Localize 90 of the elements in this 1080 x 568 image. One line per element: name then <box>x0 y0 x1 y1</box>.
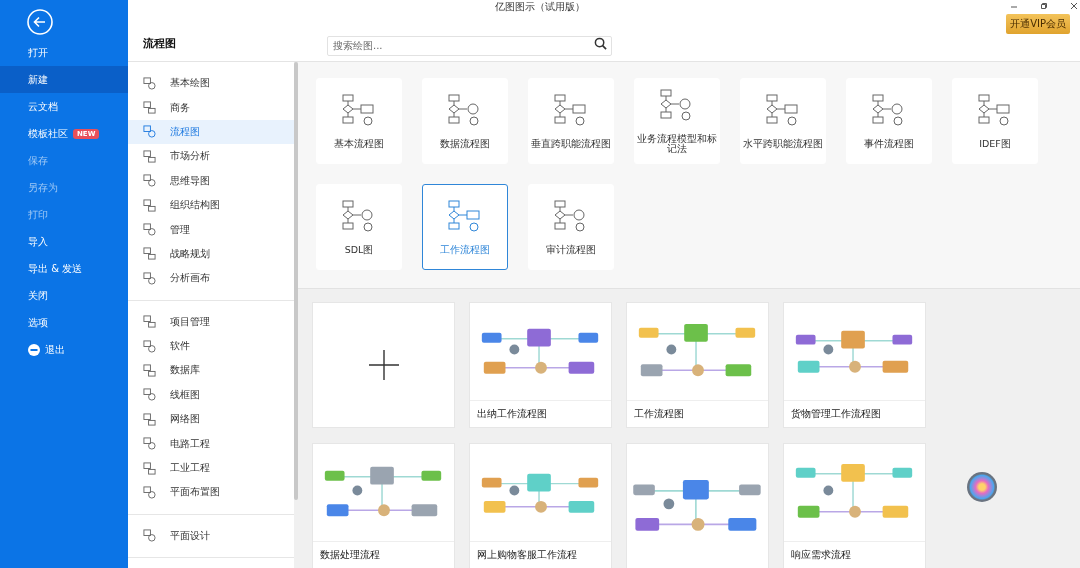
menu-label: 打印 <box>28 207 48 222</box>
diagram-type-card[interactable]: 数据流程图 <box>422 78 508 164</box>
search-icon[interactable] <box>594 37 607 50</box>
template-card[interactable] <box>626 443 769 568</box>
menu-item[interactable]: 打开 <box>0 39 128 66</box>
category-item[interactable]: 组织结构图 <box>128 192 294 218</box>
menu-label: 选项 <box>28 315 48 330</box>
menu-item[interactable]: 选项 <box>0 309 128 336</box>
category-item[interactable]: 软件 <box>128 333 294 359</box>
diagram-type-card[interactable]: 水平跨职能流程图 <box>740 78 826 164</box>
category-item[interactable]: 平面布置图 <box>128 480 294 505</box>
scrollbar[interactable] <box>294 62 298 568</box>
category-icon <box>143 461 156 475</box>
menu-label: 保存 <box>28 153 48 168</box>
template-title: 货物管理工作流程图 <box>790 407 882 421</box>
category-item[interactable]: 数据库 <box>128 358 294 383</box>
menu-label: 导入 <box>28 234 48 249</box>
template-title: 响应需求流程 <box>790 548 852 562</box>
category-item[interactable]: 管理 <box>128 217 294 242</box>
category-item[interactable]: 战略规划 <box>128 241 294 267</box>
menu-item[interactable]: 云文档 <box>0 93 128 120</box>
menu-item[interactable]: 关闭 <box>0 282 128 309</box>
category-item[interactable]: 项目管理 <box>128 309 294 334</box>
category-icon <box>143 125 156 139</box>
category-item[interactable]: 流程图 <box>128 119 294 145</box>
menu-label: 导出 & 发送 <box>28 261 83 276</box>
category-icon <box>143 412 156 426</box>
category-item[interactable]: 网络图 <box>128 407 294 432</box>
minus-circle-icon <box>28 343 40 356</box>
diagram-type-card[interactable]: 事件流程图 <box>846 78 932 164</box>
diagram-type-card[interactable]: 审计流程图 <box>528 184 614 270</box>
category-icon <box>143 315 156 329</box>
category-item[interactable]: 分析画布 <box>128 266 294 291</box>
template-card[interactable]: 货物管理工作流程图 <box>783 302 926 428</box>
window-title: 亿图图示（试用版） <box>495 0 585 14</box>
template-title: 网上购物客服工作流程 <box>476 548 578 562</box>
close-icon[interactable] <box>1070 2 1078 10</box>
category-icon <box>143 76 156 90</box>
category-item[interactable]: 电路工程 <box>128 431 294 456</box>
category-item[interactable]: 市场分析 <box>128 144 294 169</box>
category-icon <box>143 388 156 402</box>
exit-item[interactable]: 退出 <box>0 336 128 363</box>
template-title: 数据处理流程 <box>319 548 381 562</box>
menu-label: 云文档 <box>28 99 58 114</box>
template-card[interactable]: 响应需求流程 <box>783 443 926 568</box>
category-icon <box>143 364 156 377</box>
search-field[interactable]: 搜索绘图... <box>327 35 612 56</box>
category-item[interactable]: 平面设计 <box>128 523 294 549</box>
category-icon <box>143 198 156 212</box>
template-card[interactable]: 出纳工作流程图 <box>469 302 612 428</box>
category-item[interactable]: 线框图 <box>128 382 294 408</box>
diagram-type-card[interactable]: 垂直跨职能流程图 <box>528 78 614 164</box>
plus-icon <box>368 350 399 380</box>
restore-icon[interactable] <box>1040 2 1048 10</box>
back-icon[interactable] <box>27 9 53 35</box>
category-icon <box>143 223 156 237</box>
category-icon <box>143 485 156 499</box>
category-item[interactable]: 工业工程 <box>128 455 294 481</box>
template-title: 出纳工作流程图 <box>476 407 548 421</box>
template-card[interactable]: 网上购物客服工作流程 <box>469 443 612 568</box>
panel-title: 流程图 <box>142 36 177 51</box>
vip-button[interactable]: 开通VIP会员 <box>1006 14 1070 34</box>
category-icon <box>143 271 156 285</box>
category-icon <box>143 101 156 115</box>
menu-label: 退出 <box>45 342 65 357</box>
menu-item[interactable]: 新建 <box>0 66 128 93</box>
template-card[interactable]: 工作流程图 <box>626 302 769 428</box>
category-icon <box>143 247 156 261</box>
menu-item[interactable]: 导入 <box>0 228 128 255</box>
category-icon <box>143 437 156 451</box>
menu-label: 另存为 <box>28 180 58 195</box>
menu-label: 关闭 <box>28 288 48 303</box>
diagram-type-card[interactable]: 工作流程图 <box>422 184 508 270</box>
category-item[interactable]: 基本绘图 <box>128 71 294 96</box>
category-icon <box>143 339 156 353</box>
category-item[interactable]: 商务 <box>128 95 294 120</box>
menu-label: 新建 <box>28 72 48 87</box>
template-title: 工作流程图 <box>633 407 685 421</box>
menu-label: 打开 <box>28 45 48 60</box>
diagram-type-card[interactable]: SDL图 <box>316 184 402 270</box>
menu-label: 模板社区 <box>28 126 68 141</box>
category-item[interactable]: 思维导图 <box>128 168 294 193</box>
diagram-type-card[interactable]: 基本流程图 <box>316 78 402 164</box>
diagram-type-card[interactable]: IDEF图 <box>952 78 1038 164</box>
menu-item[interactable]: 导出 & 发送 <box>0 255 128 282</box>
category-icon <box>143 529 156 543</box>
diagram-type-card[interactable]: 业务流程模型和标记法 <box>634 78 720 164</box>
category-icon <box>143 149 156 163</box>
category-icon <box>143 174 156 188</box>
template-card[interactable]: 数据处理流程 <box>312 443 455 568</box>
